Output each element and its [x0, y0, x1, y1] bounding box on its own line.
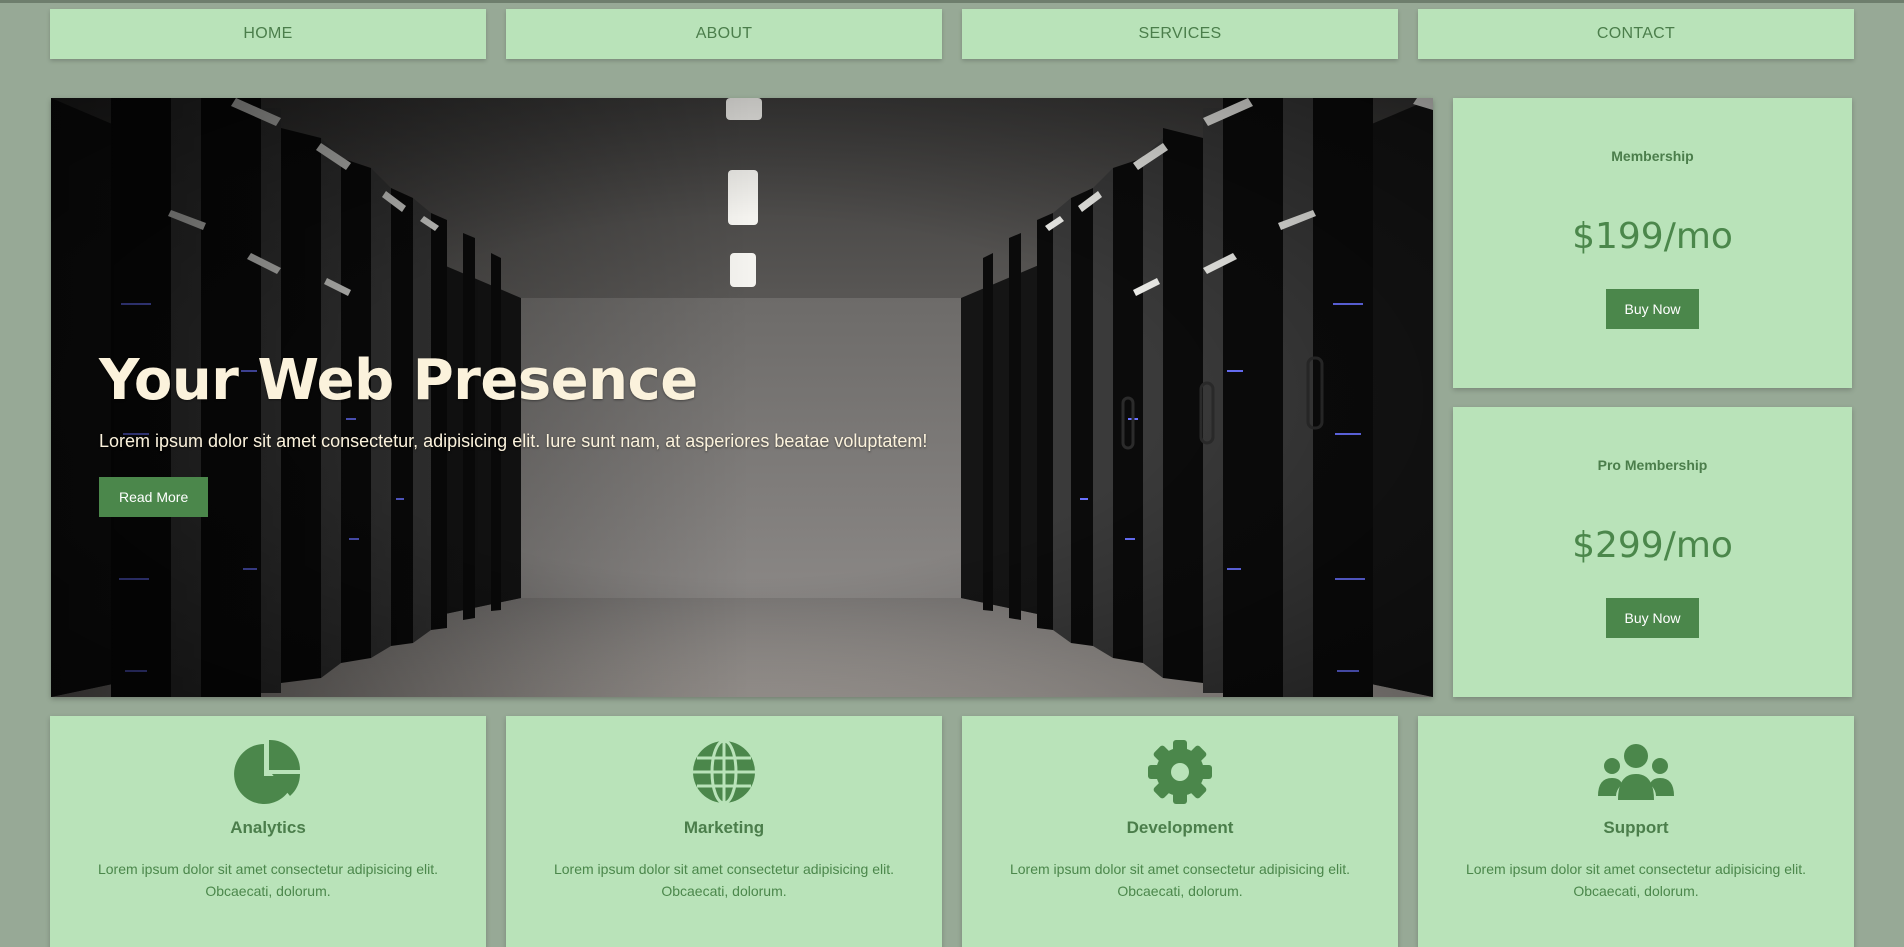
- feature-title: Development: [1126, 818, 1234, 837]
- features-row: Analytics Lorem ipsum dolor sit amet con…: [50, 716, 1854, 947]
- hero-title: Your Web Presence: [99, 348, 698, 413]
- pro-membership-card: Pro Membership $299/mo Buy Now: [1453, 407, 1852, 697]
- plan-name: Pro Membership: [1597, 457, 1708, 473]
- buy-now-button[interactable]: Buy Now: [1606, 598, 1699, 638]
- feature-card-development: Development Lorem ipsum dolor sit amet c…: [962, 716, 1398, 947]
- feature-card-support: Support Lorem ipsum dolor sit amet conse…: [1418, 716, 1854, 947]
- plan-price: $199/mo: [1572, 216, 1733, 257]
- feature-text: Lorem ipsum dolor sit amet consectetur a…: [1465, 861, 1807, 899]
- feature-title: Marketing: [683, 818, 765, 837]
- feature-text: Lorem ipsum dolor sit amet consectetur a…: [97, 861, 439, 899]
- feature-title: Support: [1603, 818, 1669, 837]
- users-icon: [1598, 744, 1674, 800]
- buy-now-button[interactable]: Buy Now: [1606, 289, 1699, 329]
- nav-home[interactable]: HOME: [50, 9, 486, 59]
- globe-icon: [693, 739, 755, 805]
- gear-icon: [1148, 740, 1212, 804]
- plan-name: Membership: [1611, 148, 1694, 164]
- feature-card-marketing: Marketing Lorem ipsum dolor sit amet con…: [506, 716, 942, 947]
- feature-card-analytics: Analytics Lorem ipsum dolor sit amet con…: [50, 716, 486, 947]
- nav-contact[interactable]: CONTACT: [1418, 9, 1854, 59]
- hero-text: Lorem ipsum dolor sit amet consectetur, …: [99, 431, 928, 451]
- pie-chart-icon: [234, 739, 300, 804]
- membership-card: Membership $199/mo Buy Now: [1453, 98, 1852, 388]
- plan-price: $299/mo: [1572, 525, 1733, 566]
- feature-text: Lorem ipsum dolor sit amet consectetur a…: [553, 861, 895, 899]
- main-nav: HOME ABOUT SERVICES CONTACT: [50, 9, 1854, 59]
- hero-content: Your Web Presence Lorem ipsum dolor sit …: [99, 348, 927, 517]
- feature-text: Lorem ipsum dolor sit amet consectetur a…: [1009, 861, 1351, 899]
- nav-about[interactable]: ABOUT: [506, 9, 942, 59]
- read-more-button[interactable]: Read More: [99, 477, 209, 517]
- nav-services[interactable]: SERVICES: [962, 9, 1398, 59]
- hero-banner: Your Web Presence Lorem ipsum dolor sit …: [51, 98, 1433, 697]
- feature-title: Analytics: [230, 818, 306, 837]
